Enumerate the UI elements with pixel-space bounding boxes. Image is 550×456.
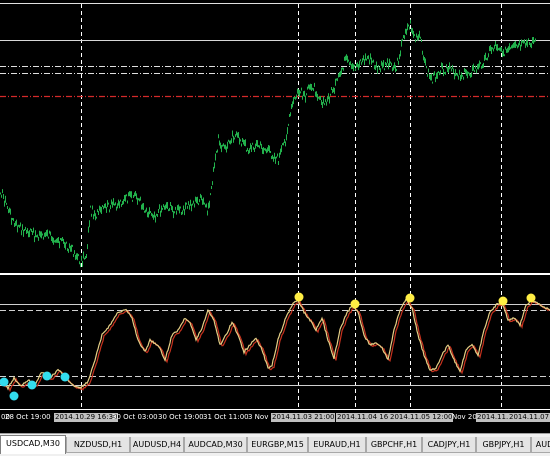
overbought-marker [405,293,415,303]
tab-cadjpy-h1[interactable]: CADJPY,H1 [422,437,476,453]
tab-usdcad-m30[interactable]: USDCAD,M30 [0,435,66,454]
tab-nzdusd-h1[interactable]: NZDUSD,H1 [66,437,130,453]
overbought-marker [350,299,360,309]
time-label: 31 Oct 11:00 [203,413,249,421]
oscillator-main-line [0,297,550,391]
signal-markers [0,292,536,401]
time-label: 28 Oct 19:00 [5,413,51,421]
chart-tab-bar: USDCAD,M30 NZDUSD,H1 AUDUSD,H4 AUDCAD,M30 EU… [0,433,550,456]
tab-audusd-h4[interactable]: AUDUSD,H4 [130,437,184,453]
oscillator-levels [0,304,550,386]
overbought-marker [294,292,304,302]
overbought-marker [498,296,508,306]
time-label: 30 Oct 03:00 [112,413,158,421]
price-series [0,19,536,268]
time-label: 2014.11.07 07 [508,413,550,422]
tab-audcad-m30[interactable]: AUDCAD,M30 [184,437,247,453]
chart-window[interactable]: 00 28 Oct 19:00 2014.10.29 16:30 30 Oct 03:… [0,0,550,433]
chart-canvas[interactable] [0,0,550,433]
oversold-marker [27,380,37,390]
overbought-marker [526,293,536,303]
tab-euraud-h1[interactable]: EURAUD,H1 [308,437,366,453]
oversold-marker [9,391,19,401]
tab-aud[interactable]: AUD [531,437,550,453]
oversold-marker [42,371,52,381]
time-label: 2014.11.03 21:00 [271,413,336,422]
tab-gbpchf-h1[interactable]: GBPCHF,H1 [366,437,422,453]
time-label: 3 Nov [248,413,269,421]
oscillator-signal-line [1,299,550,393]
tab-gbpjpy-h1[interactable]: GBPJPY,H1 [476,437,531,453]
time-label: 2014.10.29 16:30 [54,413,119,422]
vertical-period-lines [81,4,502,409]
oversold-marker [60,372,70,382]
time-label: 2014.11.05 12:00 [389,413,454,422]
tab-eurgbp-m15[interactable]: EURGBP,M15 [247,437,308,453]
time-label: 30 Oct 19:00 [158,413,204,421]
